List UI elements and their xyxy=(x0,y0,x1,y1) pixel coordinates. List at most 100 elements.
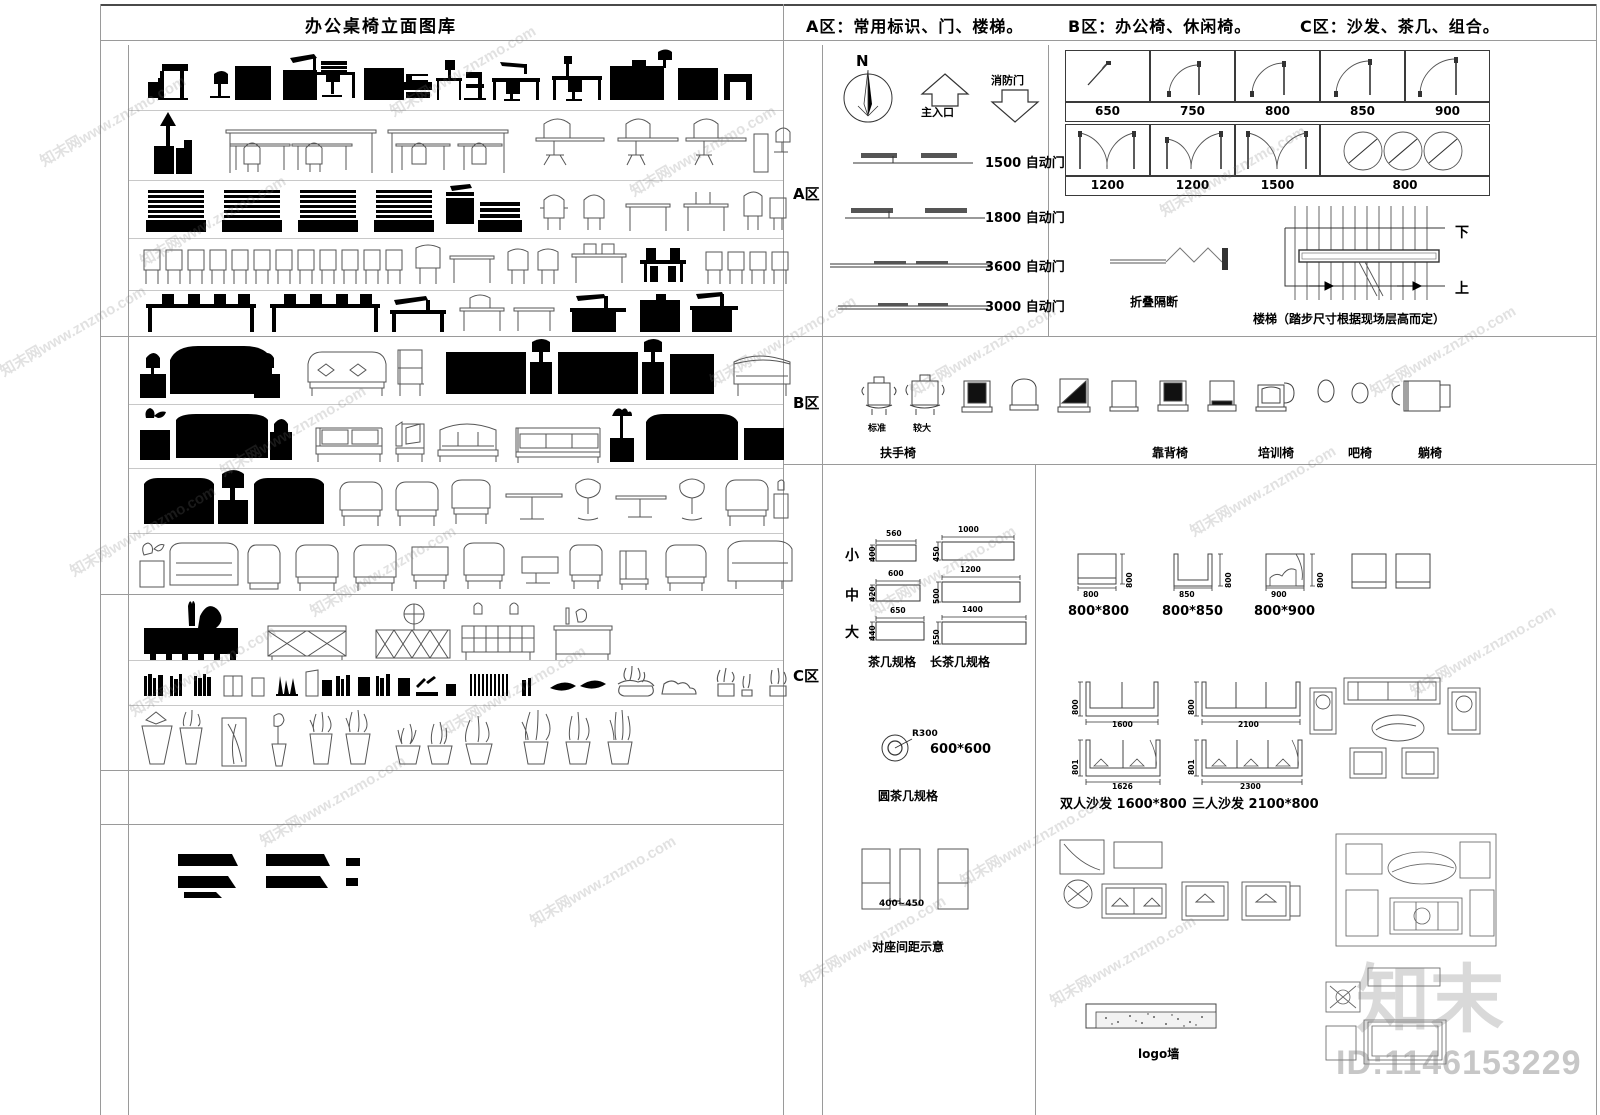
zone-c-split-line xyxy=(1035,464,1036,1115)
door-cell-900 xyxy=(1405,50,1490,102)
auto-door-label-1800: 1800 自动门 xyxy=(985,207,1065,226)
watermark-site-10: 知末网www.znzmo.com xyxy=(527,832,679,931)
left-row-rule-8 xyxy=(128,660,783,661)
auto-door-text-3000: 自动门 xyxy=(1025,300,1065,315)
two-seat-sofa-caption: 双人沙发 1600*800 xyxy=(1060,797,1187,812)
coffee-medium-depth: 420 xyxy=(868,586,877,602)
auto-door-3600-symbol xyxy=(830,261,990,268)
coffee-small-depth: 400 xyxy=(868,546,877,562)
auto-door-1800-symbol xyxy=(845,208,985,219)
round-table-radius: R300 xyxy=(912,729,938,739)
three-seat-plan-width: 2100 xyxy=(1238,720,1259,729)
door-size-800: 800 xyxy=(1264,104,1291,118)
frame-top-line xyxy=(100,4,1596,6)
auto-door-label-3000: 3000 自动门 xyxy=(985,296,1065,315)
door-cell-1200a xyxy=(1065,124,1150,176)
page-title: 办公桌椅立面图库 xyxy=(305,17,457,37)
zone-tag-c: C区 xyxy=(793,667,820,685)
left-inner-rule xyxy=(128,45,129,1115)
single-seat-2-height: 800 xyxy=(1224,572,1233,588)
round-table-caption: 圆茶几规格 xyxy=(878,789,939,803)
single-seat-1-label: 800*800 xyxy=(1068,604,1130,619)
long-coffee-depth-2: 500 xyxy=(932,588,941,604)
three-seat-detail-height: 801 xyxy=(1187,759,1196,775)
door-size-revolving-800: 800 xyxy=(1392,178,1418,192)
left-sec-div-4 xyxy=(100,824,783,825)
auto-door-size-3000: 3000 xyxy=(985,300,1022,315)
single-seat-1-width: 800 xyxy=(1083,590,1099,599)
zone-a-bottom-line xyxy=(783,336,1596,337)
sofa-arrangement-plan-4 xyxy=(1325,967,1447,1065)
door-size-1200a: 1200 xyxy=(1090,178,1125,192)
lounge-row-8 xyxy=(144,470,789,526)
single-seat-1-height: 800 xyxy=(1125,572,1134,588)
books-row-11 xyxy=(144,665,787,697)
coffee-large-depth: 440 xyxy=(868,625,877,641)
chair-category-bar: 吧椅 xyxy=(1348,446,1373,460)
plants-row-12 xyxy=(141,709,633,767)
chair-category-backchair: 靠背椅 xyxy=(1152,446,1189,460)
seat-gap-caption: 对座间距示意 xyxy=(872,940,945,954)
door-cell-850 xyxy=(1320,50,1405,102)
coffee-size-large: 大 xyxy=(845,625,859,641)
bottom-blocks-row-13 xyxy=(178,854,360,898)
stair-symbol xyxy=(1284,206,1445,300)
stair-down-label: 下 xyxy=(1455,225,1469,241)
main-entrance-arrow-icon xyxy=(920,73,970,107)
door-size-750: 750 xyxy=(1179,104,1206,118)
sofa-arrangement-plan-3 xyxy=(1335,833,1497,947)
three-seat-sofa-caption: 三人沙发 2100*800 xyxy=(1192,797,1319,812)
auto-door-1500-symbol xyxy=(853,153,973,164)
main-entrance-label: 主入口 xyxy=(921,106,954,119)
left-row-rule-5 xyxy=(128,404,783,405)
door-cell-1200b xyxy=(1150,124,1235,176)
two-seat-plan-height: 800 xyxy=(1071,699,1080,715)
auto-door-text-1500: 自动门 xyxy=(1025,156,1065,171)
drawing-sheet: 办公桌椅立面图库 A区：常用标识、门、楼梯。 B区：办公椅、休闲椅。 C区：沙发… xyxy=(0,0,1600,1115)
auto-door-size-1500: 1500 xyxy=(985,156,1022,171)
door-size-1500: 1500 xyxy=(1260,178,1295,192)
long-coffee-depth-3: 550 xyxy=(932,629,941,645)
header-bottom-line xyxy=(100,40,1596,41)
round-table-size: 600*600 xyxy=(930,742,992,757)
door-cell-650 xyxy=(1065,50,1150,102)
auto-door-size-3600: 3600 xyxy=(985,260,1022,275)
auto-door-label-1500: 1500 自动门 xyxy=(985,152,1065,171)
two-seat-detail-width: 1626 xyxy=(1112,782,1133,791)
left-sec-div-2 xyxy=(100,594,783,595)
left-row-rule-2 xyxy=(128,180,783,181)
coffee-size-medium: 中 xyxy=(845,588,859,604)
long-coffee-width-3: 1400 xyxy=(962,605,983,614)
zone-tag-column-line xyxy=(822,45,823,1115)
zone-tag-a: A区 xyxy=(793,185,820,203)
door-cell-1500 xyxy=(1235,124,1320,176)
long-coffee-table-1200 xyxy=(936,575,1021,603)
zone-c-header: C区：沙发、茶几、组合。 xyxy=(1300,17,1500,36)
long-coffee-table-1400 xyxy=(936,615,1027,645)
fire-door-label: 消防门 xyxy=(991,74,1024,87)
zone-b-bottom-line xyxy=(783,464,1596,465)
chair-size-label-standard: 标准 xyxy=(868,424,887,434)
single-seat-3-label: 800*900 xyxy=(1254,604,1316,619)
sofa-arrangement-plan-1 xyxy=(1309,677,1481,779)
left-sec-div-1 xyxy=(100,336,783,337)
zone-b-chairs xyxy=(861,374,1451,415)
desk-row-5 xyxy=(146,292,738,332)
frame-right-line xyxy=(1596,4,1597,1115)
two-seat-sofa-detail xyxy=(1078,739,1161,785)
stool-pair-symbol xyxy=(1351,553,1431,589)
coffee-table-caption: 茶几规格 xyxy=(868,655,917,669)
single-seat-2-label: 800*850 xyxy=(1162,604,1224,619)
left-sec-div-3 xyxy=(100,770,783,771)
single-seat-2-width: 850 xyxy=(1179,590,1195,599)
armchair-row-9 xyxy=(139,540,793,591)
single-seat-800x850 xyxy=(1173,553,1223,591)
chair-category-recliner: 躺椅 xyxy=(1418,446,1443,460)
folding-partition-symbol xyxy=(1110,247,1228,270)
sofa-row-7 xyxy=(140,408,784,463)
sofa-arrangement-plan-2 xyxy=(1059,839,1301,921)
chair-size-label-large: 较大 xyxy=(913,424,932,434)
door-cell-750 xyxy=(1150,50,1235,102)
left-row-rule-4 xyxy=(128,290,783,291)
two-seat-plan-width: 1600 xyxy=(1112,720,1133,729)
